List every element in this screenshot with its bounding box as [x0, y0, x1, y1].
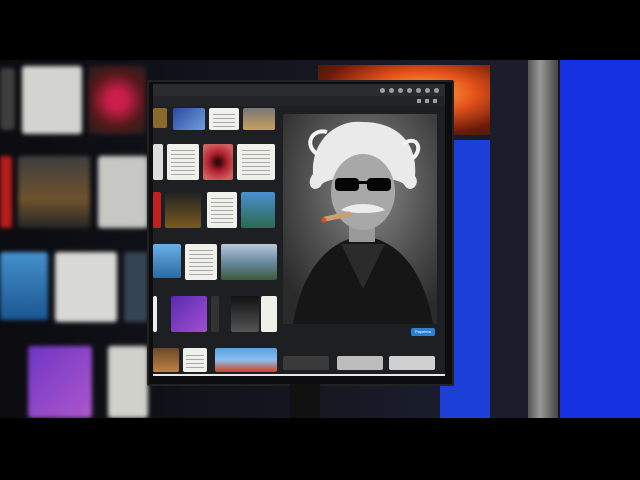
- thumbnail[interactable]: [165, 192, 201, 228]
- filmstrip-thumbnail[interactable]: [283, 356, 329, 370]
- filmstrip: [283, 344, 437, 374]
- thumbnail[interactable]: [153, 244, 181, 278]
- thumbnail[interactable]: [243, 108, 275, 130]
- bg-tile: [108, 346, 148, 418]
- toolbar-icon[interactable]: [398, 87, 403, 93]
- thumbnail[interactable]: [203, 144, 233, 180]
- portrait-image: [283, 114, 437, 324]
- thumbnail[interactable]: [167, 144, 199, 180]
- taskbar: [153, 374, 445, 376]
- letterbox-top: [0, 0, 640, 60]
- screen: Papelera: [153, 84, 445, 376]
- thumbnail[interactable]: [153, 192, 161, 228]
- prev-icon[interactable]: [417, 99, 421, 103]
- toolbar-icon[interactable]: [380, 87, 385, 93]
- image-preview: [283, 114, 437, 324]
- toolbar-icon[interactable]: [434, 87, 439, 93]
- thumbnail[interactable]: [207, 192, 237, 228]
- bg-tile: [18, 156, 90, 228]
- thumbnail[interactable]: [183, 348, 207, 372]
- bg-tile: [88, 66, 146, 134]
- thumbnail[interactable]: [237, 144, 275, 180]
- window-toolbar: [153, 84, 445, 96]
- monitor-stand: [290, 384, 320, 418]
- bg-tile: [0, 252, 48, 320]
- filmstrip-thumbnail[interactable]: [337, 356, 383, 370]
- thumbnail[interactable]: [153, 296, 157, 332]
- blurred-background-thumbnails: [0, 60, 150, 418]
- more-icon[interactable]: [433, 99, 437, 103]
- bg-tile: [22, 66, 82, 134]
- thumbnail[interactable]: [231, 296, 259, 332]
- thumbnail[interactable]: [261, 296, 277, 332]
- viewer-controls: [153, 96, 445, 106]
- toolbar-icon[interactable]: [425, 87, 430, 93]
- thumbnail[interactable]: [211, 296, 219, 332]
- open-button[interactable]: Papelera: [411, 328, 435, 336]
- bg-tile: [98, 156, 148, 228]
- thumbnail[interactable]: [153, 108, 167, 128]
- second-monitor-blue-screen: [560, 60, 640, 418]
- blurred-dark-area: [490, 60, 530, 418]
- photo-scene: Papelera: [0, 60, 640, 418]
- bg-tile: [55, 252, 117, 322]
- toolbar-icon[interactable]: [389, 87, 394, 93]
- thumbnail[interactable]: [215, 348, 277, 372]
- toolbar-icon[interactable]: [416, 87, 421, 93]
- thumbnail[interactable]: [153, 144, 163, 180]
- bg-tile: [28, 346, 92, 418]
- next-icon[interactable]: [425, 99, 429, 103]
- thumbnail[interactable]: [209, 108, 239, 130]
- thumbnail[interactable]: [153, 348, 179, 372]
- letterbox-bottom: [0, 418, 640, 480]
- bg-tile: [0, 68, 15, 130]
- bg-tile: [0, 156, 12, 228]
- monitor: Papelera: [147, 80, 454, 386]
- bg-tile: [124, 252, 148, 322]
- thumbnail[interactable]: [185, 244, 217, 280]
- thumbnail[interactable]: [173, 108, 205, 130]
- filmstrip-thumbnail[interactable]: [389, 356, 435, 370]
- thumbnail[interactable]: [241, 192, 275, 228]
- thumbnail-grid: [153, 108, 277, 376]
- thumbnail[interactable]: [221, 244, 277, 280]
- second-monitor-bezel: [528, 60, 558, 418]
- toolbar-icon[interactable]: [407, 87, 412, 93]
- thumbnail[interactable]: [171, 296, 207, 332]
